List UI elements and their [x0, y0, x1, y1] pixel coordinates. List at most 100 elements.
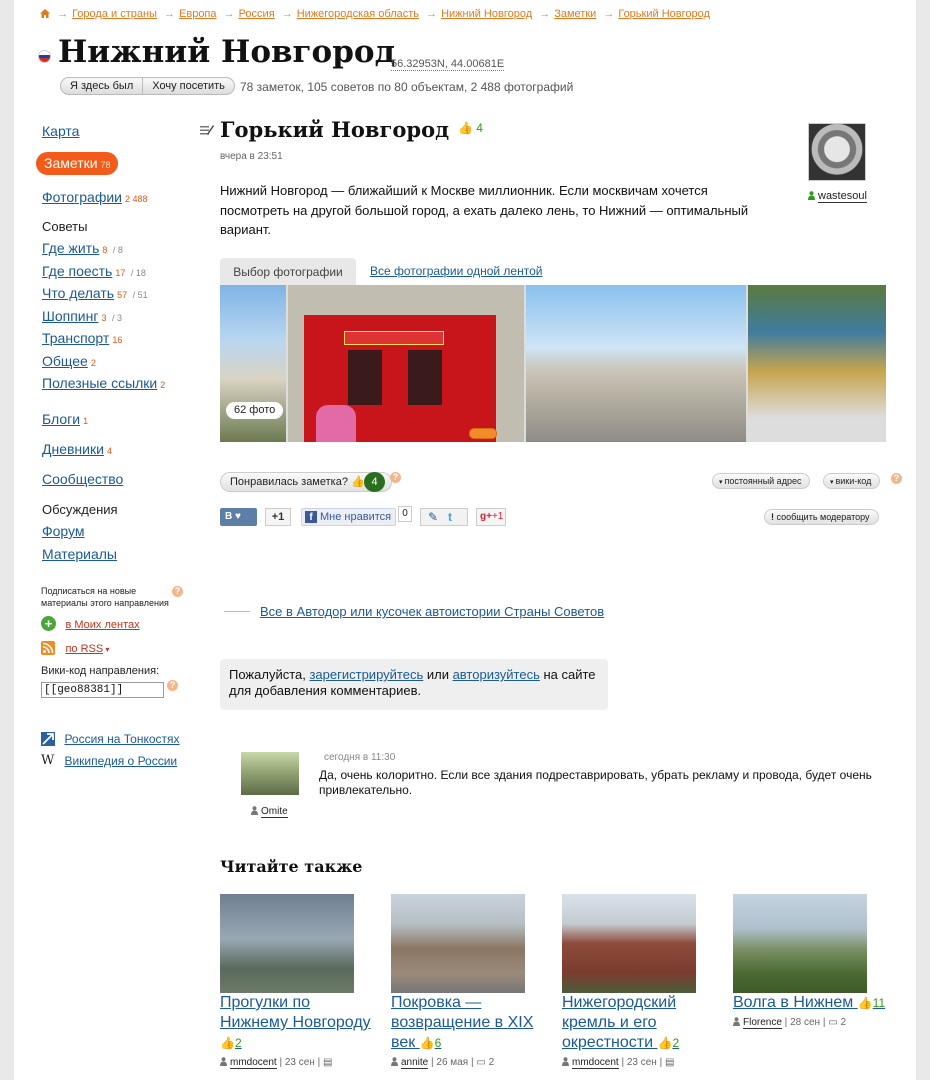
card-title[interactable]: Нижегородский кремль и его окрестности 👍…: [562, 993, 722, 1053]
count-badge: 2 488: [125, 194, 148, 204]
sidebar-item-map[interactable]: Карта: [42, 123, 79, 139]
sidebar-item-materials[interactable]: Материалы: [42, 546, 117, 562]
sidebar-item-blogs[interactable]: Блоги 1: [42, 411, 88, 429]
gallery-photo[interactable]: [526, 285, 746, 442]
tab-all-photos[interactable]: Все фотографии одной лентой: [370, 264, 542, 278]
card-title[interactable]: Волга в Нижнем 👍11: [733, 993, 893, 1013]
read-also-heading: Читайте также: [220, 857, 363, 876]
card-meta: mmdocent | 23 сен | ▤: [562, 1056, 722, 1069]
card-title[interactable]: Покровка — возвращение в XIX век 👍6: [391, 993, 551, 1053]
breadcrumb-item[interactable]: Заметки: [554, 8, 596, 20]
discussions-heading: Обсуждения: [42, 502, 118, 517]
card-image[interactable]: [562, 894, 696, 993]
count-badge: 78: [100, 160, 111, 170]
thumb-up-icon: 👍: [419, 1036, 435, 1050]
share-buttons[interactable]: ✎ t: [420, 508, 468, 526]
vk-plus-one-button[interactable]: +1: [265, 508, 291, 526]
register-prompt: Пожалуйста, зарегистрируйтесь или автори…: [220, 659, 608, 710]
user-icon: [808, 191, 815, 200]
help-icon[interactable]: ?: [891, 473, 902, 484]
article-likes: 👍 4: [458, 121, 483, 135]
author-name[interactable]: wastesoul: [808, 190, 867, 203]
tab-photo-select[interactable]: Выбор фотографии: [220, 258, 356, 286]
gallery-scroll-handle[interactable]: [469, 428, 497, 439]
breadcrumb: → Города и страны → Европа → Россия → Нижего…: [40, 8, 710, 20]
sidebar-item-tip[interactable]: Где жить 8 / 8: [42, 240, 123, 258]
article-text: Нижний Новгород — ближайший к Москве мил…: [220, 183, 749, 237]
report-moderator-button[interactable]: ! сообщить модератору: [764, 509, 879, 525]
sidebar-item-tip[interactable]: Где поесть 17 / 18: [42, 263, 146, 281]
read-also-card[interactable]: Волга в Нижнем 👍11 Florence | 28 сен | ▭…: [733, 894, 893, 1029]
user-icon: [562, 1057, 569, 1066]
coordinates[interactable]: 56.32953N, 44.00681E: [391, 58, 505, 71]
tonkosti-icon: [41, 731, 55, 746]
breadcrumb-item[interactable]: Нижегородская область: [297, 8, 419, 20]
permalink-button[interactable]: ▾ постоянный адрес: [712, 473, 811, 489]
help-icon[interactable]: ?: [167, 680, 178, 691]
sidebar-item-tip[interactable]: Полезные ссылки 2: [42, 375, 165, 393]
sidebar-item-tip[interactable]: Транспорт 16: [42, 330, 122, 348]
card-image[interactable]: [391, 894, 525, 993]
ext-link-wikipedia[interactable]: W Википедия о России: [41, 752, 177, 770]
sidebar-item-notes[interactable]: Заметки 78: [36, 152, 118, 175]
help-icon[interactable]: ?: [172, 586, 183, 597]
card-title[interactable]: Прогулки по Нижнему Новгороду 👍2: [220, 993, 380, 1053]
gallery-photo[interactable]: [748, 285, 886, 442]
rss-icon: [41, 640, 55, 655]
card-image[interactable]: [733, 894, 867, 993]
place-stats: 78 заметок, 105 советов по 80 объектам, …: [240, 80, 574, 94]
sidebar-item-community[interactable]: Сообщество: [42, 471, 123, 487]
wiki-code-button[interactable]: ▾ вики-код: [823, 473, 881, 489]
photo-gallery[interactable]: [220, 285, 886, 442]
card-meta: annite | 26 мая | ▭ 2: [391, 1056, 551, 1069]
google-plus-button[interactable]: g++1: [476, 508, 506, 526]
facebook-icon: f: [305, 511, 317, 523]
subscribe-rss[interactable]: по RSS ▾: [41, 639, 109, 657]
note-icon: ▤: [665, 1057, 675, 1068]
sidebar-item-diaries[interactable]: Дневники 4: [42, 441, 112, 459]
breadcrumb-item[interactable]: Горький Новгород: [618, 8, 710, 20]
note-icon: [200, 125, 214, 135]
read-also-card[interactable]: Прогулки по Нижнему Новгороду 👍2 mmdocen…: [220, 894, 380, 1069]
gallery-photo[interactable]: [288, 285, 524, 442]
ext-link-tonkosti[interactable]: Россия на Тонкостях: [41, 730, 180, 748]
breadcrumb-item[interactable]: Россия: [239, 8, 275, 20]
been-here-button[interactable]: Я здесь был: [60, 77, 144, 95]
back-to-blog-link[interactable]: Все в Автодор или кусочек автоистории Ст…: [224, 604, 604, 619]
comment-author[interactable]: Omite: [251, 805, 288, 818]
login-link[interactable]: авторизуйтесь: [453, 667, 540, 682]
sidebar-item-label: Заметки: [44, 155, 98, 171]
photos-count-badge: 62 фото: [226, 402, 284, 419]
card-meta: mmdocent | 23 сен | ▤: [220, 1056, 380, 1069]
wiki-code-field[interactable]: [41, 682, 164, 698]
sidebar-item-tip[interactable]: Шоппинг 3 / 3: [42, 308, 122, 326]
card-image[interactable]: [220, 894, 354, 993]
want-visit-button[interactable]: Хочу посетить: [143, 77, 235, 95]
visit-buttons: Я здесь был Хочу посетить: [60, 77, 235, 95]
breadcrumb-item[interactable]: Европа: [179, 8, 217, 20]
twitter-icon[interactable]: t: [448, 510, 452, 524]
facebook-like-count: 0: [398, 506, 412, 522]
subscribe-feeds[interactable]: + в Моих лентах: [41, 615, 140, 633]
breadcrumb-item[interactable]: Нижний Новгород: [441, 8, 532, 20]
read-also-card[interactable]: Нижегородский кремль и его окрестности 👍…: [562, 894, 722, 1069]
register-link[interactable]: зарегистрируйтесь: [309, 667, 423, 682]
vk-share-button[interactable]: В ♥: [220, 508, 257, 526]
breadcrumb-item[interactable]: Города и страны: [72, 8, 157, 20]
facebook-like-button[interactable]: f Мне нравится: [301, 508, 397, 526]
livejournal-icon[interactable]: ✎: [428, 510, 438, 524]
card-meta: Florence | 28 сен | ▭ 2: [733, 1016, 893, 1029]
comment-text: Да, очень колоритно. Если все здания под…: [319, 768, 872, 797]
sidebar-item-forum[interactable]: Форум: [42, 523, 85, 539]
read-also-card[interactable]: Покровка — возвращение в XIX век 👍6 anni…: [391, 894, 551, 1069]
help-icon[interactable]: ?: [390, 472, 401, 483]
sidebar-item-photos[interactable]: Фотографии 2 488: [42, 189, 148, 207]
sidebar-item-tip[interactable]: Общее 2: [42, 353, 96, 371]
author-avatar[interactable]: [808, 123, 866, 181]
home-icon[interactable]: [40, 9, 50, 18]
comment-avatar[interactable]: [241, 752, 299, 795]
sidebar-item-tip[interactable]: Что делать 57 / 51: [42, 285, 148, 303]
comment-icon: ▭: [476, 1057, 486, 1068]
user-icon: [251, 806, 258, 815]
thumb-up-icon: 👍: [657, 1036, 673, 1050]
